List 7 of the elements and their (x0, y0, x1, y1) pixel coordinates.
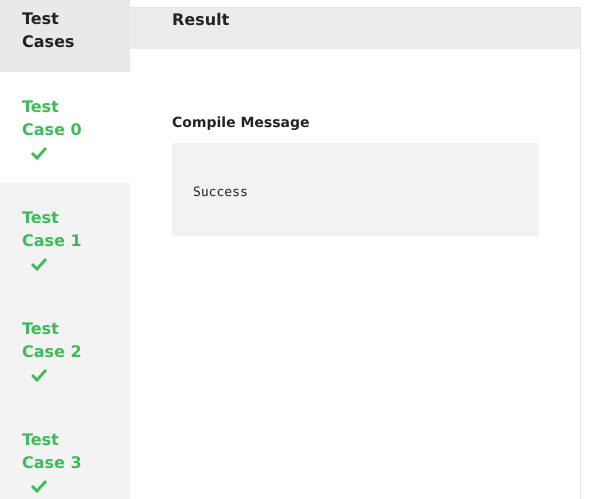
test-case-tab[interactable]: Test Case 1 (0, 183, 130, 294)
compile-message-text: Success (193, 185, 248, 200)
compile-message-title: Compile Message (172, 115, 311, 131)
test-case-tab[interactable]: Test Case 2 (0, 294, 130, 405)
result-heading: Result (172, 9, 230, 31)
test-case-tab[interactable]: Test Case 3 (0, 405, 130, 499)
test-cases-heading: Test Cases (22, 8, 76, 53)
